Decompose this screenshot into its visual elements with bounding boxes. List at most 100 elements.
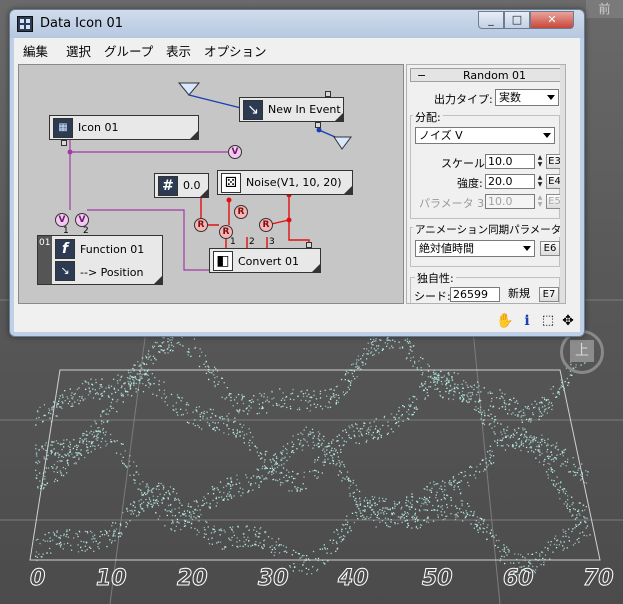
real-port-1[interactable]: R [194, 218, 208, 232]
node-function01-badge: 01 [39, 238, 51, 248]
menu-options[interactable]: オプション [204, 41, 267, 60]
menu-bar: 編集 選択 グループ 表示 オプション [14, 38, 580, 61]
hash-icon: # [158, 176, 178, 196]
node-icon01[interactable]: ▦ Icon 01 [49, 115, 199, 140]
title-bar[interactable]: Data Icon 01 _ □ ✕ [10, 10, 584, 38]
node-corner [154, 276, 162, 284]
scale-spinner[interactable]: ▲ ▼ [536, 154, 544, 169]
strength-spinner[interactable]: ▲ ▼ [536, 174, 544, 189]
seed-label: シード: [414, 290, 451, 303]
node-corner [335, 113, 343, 121]
value-wires [200, 195, 310, 248]
event-in-triangle-icon[interactable] [177, 82, 201, 96]
seed-e7-button[interactable]: E7 [539, 287, 559, 302]
axis-tick-10: 10 [96, 566, 128, 592]
seed-new-button[interactable]: 新規 [504, 287, 534, 302]
real-port-2[interactable]: R [234, 205, 248, 219]
convert-icon: ◧ [213, 251, 233, 271]
scale-label: スケール: [441, 157, 489, 170]
anim-sync-value: 絶対値時間 [419, 242, 474, 255]
info-icon[interactable]: i [518, 312, 536, 330]
chevron-down-icon [543, 133, 551, 138]
real-in-port-convert-3[interactable]: R [259, 218, 273, 232]
event-wire-nodes [316, 127, 322, 133]
anim-sync-dropdown[interactable]: 絶対値時間 [415, 240, 535, 257]
rollout-toggle[interactable]: − [417, 69, 426, 82]
menu-group[interactable]: グループ [104, 41, 153, 60]
node-function01-label: Function 01 [80, 243, 145, 256]
node-corner [312, 264, 320, 272]
vector-in-port-fn-1[interactable]: V [55, 213, 69, 227]
viewport-grid [0, 299, 623, 604]
window-title: Data Icon 01 [40, 16, 124, 31]
event-out-triangle-icon[interactable] [333, 136, 352, 150]
convert-port-number-1: 1 [230, 237, 236, 247]
anim-sync-label: アニメーション同期パラメータ: [413, 222, 565, 237]
node-new-in-event-label: New In Event [268, 103, 341, 116]
param3-input[interactable]: 10.0 [485, 194, 535, 209]
axis-tick-40: 40 [338, 566, 370, 592]
convert-port-number-2: 2 [249, 237, 255, 247]
strength-input[interactable]: 20.0 [485, 174, 535, 189]
axis-tick-0: 0 [29, 566, 46, 592]
axis-tick-60: 60 [503, 566, 535, 592]
output-type-value: 実数 [499, 91, 521, 104]
node-icon01-out-port[interactable] [61, 140, 67, 146]
chevron-down-icon [523, 246, 531, 251]
viewcube-top-face[interactable]: 上 [570, 340, 594, 362]
node-new-in-event-out-port[interactable] [315, 122, 321, 128]
panel-scrollbar[interactable] [560, 65, 565, 303]
vector-in-port-noise[interactable]: V [228, 145, 242, 159]
window-client: ▦ Icon 01 ↘ New In Event # 0.0 ⚄ Noise(V… [14, 60, 580, 332]
menu-view[interactable]: 表示 [166, 41, 191, 60]
axis-tick-30: 30 [258, 566, 290, 592]
output-type-dropdown[interactable]: 実数 [495, 89, 559, 106]
close-button[interactable]: ✕ [530, 11, 574, 29]
rollout-header-random01[interactable]: − Random 01 [410, 68, 562, 82]
schematic-canvas[interactable]: ▦ Icon 01 ↘ New In Event # 0.0 ⚄ Noise(V… [18, 64, 404, 304]
node-corner [190, 131, 198, 139]
function-icon: f [55, 239, 75, 259]
param3-spinner[interactable]: ▲ ▼ [536, 194, 544, 209]
node-constant[interactable]: # 0.0 [154, 173, 209, 198]
scale-input[interactable]: 10.0 [485, 154, 535, 169]
rollout-title: Random 01 [463, 69, 527, 82]
node-convert01-label: Convert 01 [238, 255, 299, 268]
menu-select[interactable]: 選択 [66, 41, 91, 60]
node-convert01[interactable]: ◧ Convert 01 [209, 248, 321, 273]
app-icon[interactable] [17, 16, 33, 32]
hand-icon[interactable]: ✋ [496, 312, 514, 330]
node-function01-output: --> Position [80, 266, 144, 279]
viewcube-front-label[interactable]: 前 [586, 0, 623, 18]
param3-label: パラメータ 3: [419, 197, 488, 210]
data-icon-window: Data Icon 01 _ □ ✕ 編集 選択 グループ 表示 オプション ▦… [9, 9, 585, 337]
minimize-button[interactable]: _ [478, 11, 504, 29]
strength-label: 強度: [457, 177, 483, 190]
node-noise-label: Noise(V1, 10, 20) [246, 176, 342, 189]
select-region-icon[interactable]: ⬚ [539, 312, 557, 330]
node-convert01-out-port[interactable] [306, 242, 312, 248]
viewcube[interactable]: 上 [560, 330, 610, 380]
node-function01[interactable]: 01 f ↘ Function 01 --> Position [37, 235, 163, 285]
node-new-in-event-in-port[interactable] [325, 91, 331, 97]
distribution-dropdown[interactable]: ノイズ V [415, 127, 555, 144]
event-icon: ↘ [243, 100, 263, 120]
seed-input[interactable]: 26599 [450, 287, 500, 302]
convert-port-number-3: 3 [269, 237, 275, 247]
vector-in-port-fn-2[interactable]: V [75, 213, 89, 227]
node-noise[interactable]: ⚄ Noise(V1, 10, 20) [217, 170, 353, 195]
chevron-down-icon [547, 95, 555, 100]
node-constant-label: 0.0 [183, 179, 201, 192]
maximize-button[interactable]: □ [504, 11, 530, 29]
navigate-icon[interactable]: ✥ [559, 312, 577, 330]
axis-tick-50: 50 [422, 566, 454, 592]
parameter-panel: − Random 01 出力タイプ: 実数 分配: ノイズ V スケール: 10… [406, 64, 566, 304]
distribution-label: 分配: [413, 109, 443, 125]
distribution-value: ノイズ V [419, 129, 463, 142]
axis-tick-70: 70 [583, 566, 615, 592]
value-wire-nodes [198, 192, 312, 251]
node-new-in-event[interactable]: ↘ New In Event [239, 97, 344, 122]
output-arrow-icon: ↘ [55, 261, 75, 281]
menu-edit[interactable]: 編集 [23, 41, 48, 60]
anim-sync-e6-button[interactable]: E6 [540, 241, 560, 256]
